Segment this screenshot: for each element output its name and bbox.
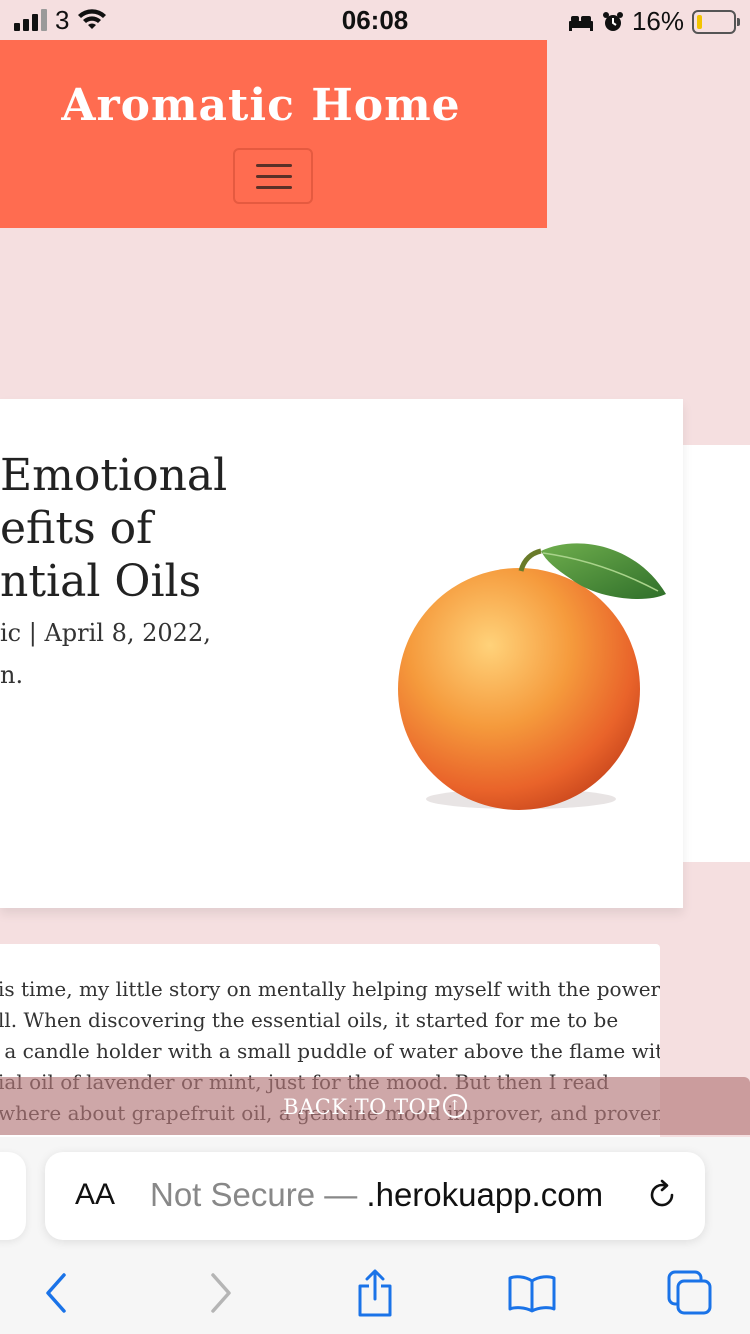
reload-icon[interactable] (645, 1178, 679, 1212)
hamburger-icon (256, 164, 292, 167)
post-meta-continued: n. (0, 661, 24, 689)
battery-percentage: 16% (631, 6, 684, 36)
arrow-up-circle-icon: ↑ (442, 1093, 467, 1118)
hero-card-shadow (683, 445, 750, 862)
reader-settings-button[interactable]: AA (75, 1178, 115, 1212)
browser-toolbar (0, 1265, 750, 1325)
url-prefix: Not Secure — (150, 1176, 367, 1213)
post-meta: ic | April 8, 2022, (0, 619, 211, 647)
back-icon (46, 1273, 66, 1313)
site-title[interactable]: Aromatic Home (0, 80, 522, 131)
hamburger-icon-line (256, 186, 292, 189)
back-to-top-button[interactable]: BACK TO TOP ↑ (0, 1077, 750, 1135)
forward-button[interactable] (190, 1265, 250, 1321)
share-icon (358, 1269, 392, 1317)
grapefruit-image (396, 529, 668, 825)
address-bar[interactable]: AA Not Secure — .herokuapp.com (45, 1152, 705, 1240)
share-button[interactable] (345, 1265, 405, 1321)
status-right: 16% (568, 6, 740, 37)
site-header: Aromatic Home (0, 40, 547, 228)
back-button[interactable] (27, 1265, 87, 1321)
url-display[interactable]: Not Secure — .herokuapp.com (150, 1176, 603, 1214)
back-to-top-label: BACK TO TOP (283, 1095, 441, 1119)
alarm-icon (602, 11, 623, 31)
aa-label: AA (75, 1178, 116, 1211)
url-domain: .herokuapp.com (366, 1176, 604, 1213)
tabs-icon (667, 1270, 712, 1315)
hero-card: Emotional efits of ntial Oils ic | April… (0, 399, 683, 908)
tabs-button[interactable] (660, 1265, 720, 1321)
post-title: Emotional efits of ntial Oils (0, 450, 228, 607)
previous-tab-preview[interactable] (0, 1152, 26, 1240)
hamburger-icon-line (256, 175, 292, 178)
bed-icon (568, 15, 593, 31)
bookmarks-icon (508, 1275, 556, 1313)
bookmarks-button[interactable] (502, 1265, 562, 1321)
browser-chrome: AA Not Secure — .herokuapp.com (0, 1137, 750, 1334)
forward-icon (211, 1273, 231, 1313)
battery-fill (697, 14, 702, 29)
battery-icon (692, 9, 740, 34)
status-bar: 3 06:08 16% (0, 0, 750, 40)
menu-toggle-button[interactable] (233, 148, 313, 204)
